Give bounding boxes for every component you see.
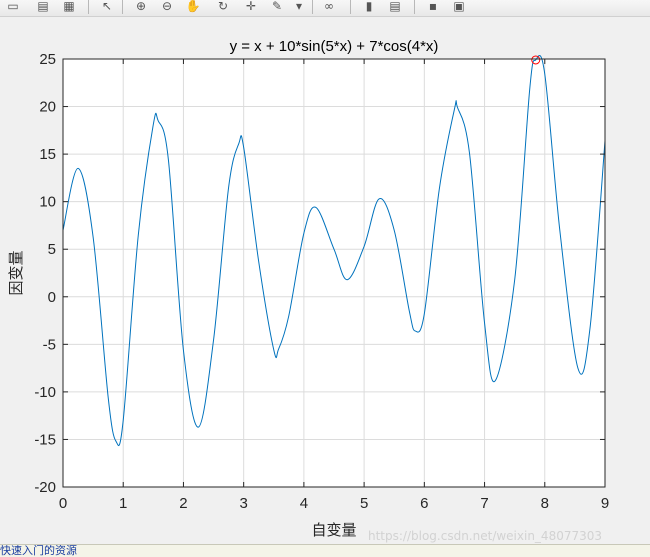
x-tick-label: 8	[541, 495, 549, 512]
status-bar: 快速入门的资源	[0, 544, 650, 557]
figure-area: y = x + 10*sin(5*x) + 7*cos(4*x) 自变量 因变量…	[0, 17, 650, 544]
x-tick-label: 4	[300, 495, 308, 512]
y-tick-label: 15	[39, 146, 56, 163]
x-tick-label: 9	[601, 495, 609, 512]
chart-title: y = x + 10*sin(5*x) + 7*cos(4*x)	[230, 38, 439, 55]
brush-dropdown-icon[interactable]: ▾	[290, 0, 308, 14]
toolbar-separator	[414, 0, 415, 14]
x-axis-label: 自变量	[311, 522, 356, 539]
dock-icon[interactable]: ▣	[450, 0, 468, 14]
y-tick-label: -20	[34, 479, 56, 496]
x-tick-label: 6	[420, 495, 428, 512]
x-tick-label: 5	[360, 495, 368, 512]
y-tick-label: 5	[48, 241, 56, 258]
toolbar-separator	[88, 0, 89, 14]
y-tick-label: -15	[34, 431, 56, 448]
toolbar-separator	[350, 0, 351, 14]
link-icon[interactable]: ∞	[320, 0, 338, 14]
toolbar-separator	[312, 0, 313, 14]
y-tick-label: -5	[43, 336, 56, 353]
x-tick-label: 7	[480, 495, 488, 512]
x-tick-label: 1	[119, 495, 127, 512]
status-link[interactable]: 快速入门的资源	[0, 545, 77, 557]
x-tick-label: 0	[59, 495, 67, 512]
line-chart: y = x + 10*sin(5*x) + 7*cos(4*x) 自变量 因变量…	[8, 38, 609, 539]
rotate-icon[interactable]: ↻	[214, 0, 232, 14]
y-axis-label: 因变量	[8, 250, 25, 295]
open-file-icon[interactable]: ▤	[34, 0, 52, 14]
x-tick-label: 2	[179, 495, 187, 512]
y-tick-label: 20	[39, 99, 56, 116]
y-tick-label: 0	[48, 289, 56, 306]
toolbar-separator	[122, 0, 123, 14]
legend-icon[interactable]: ▤	[386, 0, 404, 14]
new-figure-icon[interactable]: ▭	[4, 0, 22, 14]
hide-tools-icon[interactable]: ▪	[424, 0, 442, 14]
figure-toolbar: ▭ ▤ ▦ ↖ ⊕ ⊖ ✋ ↻ ✛ ✎ ▾ ∞ ▮ ▤ ▪ ▣	[0, 0, 650, 17]
zoom-in-icon[interactable]: ⊕	[132, 0, 150, 14]
colorbar-icon[interactable]: ▮	[360, 0, 378, 14]
brush-icon[interactable]: ✎	[268, 0, 286, 14]
pointer-icon[interactable]: ↖	[98, 0, 116, 14]
watermark: https://blog.csdn.net/weixin_48077303	[368, 529, 603, 543]
zoom-out-icon[interactable]: ⊖	[158, 0, 176, 14]
x-tick-label: 3	[239, 495, 247, 512]
y-tick-label: -10	[34, 384, 56, 401]
plot-area	[63, 59, 605, 487]
pan-icon[interactable]: ✋	[184, 0, 202, 14]
y-tick-label: 10	[39, 194, 56, 211]
y-tick-label: 25	[39, 51, 56, 68]
save-icon[interactable]: ▦	[60, 0, 78, 14]
data-cursor-icon[interactable]: ✛	[242, 0, 260, 14]
